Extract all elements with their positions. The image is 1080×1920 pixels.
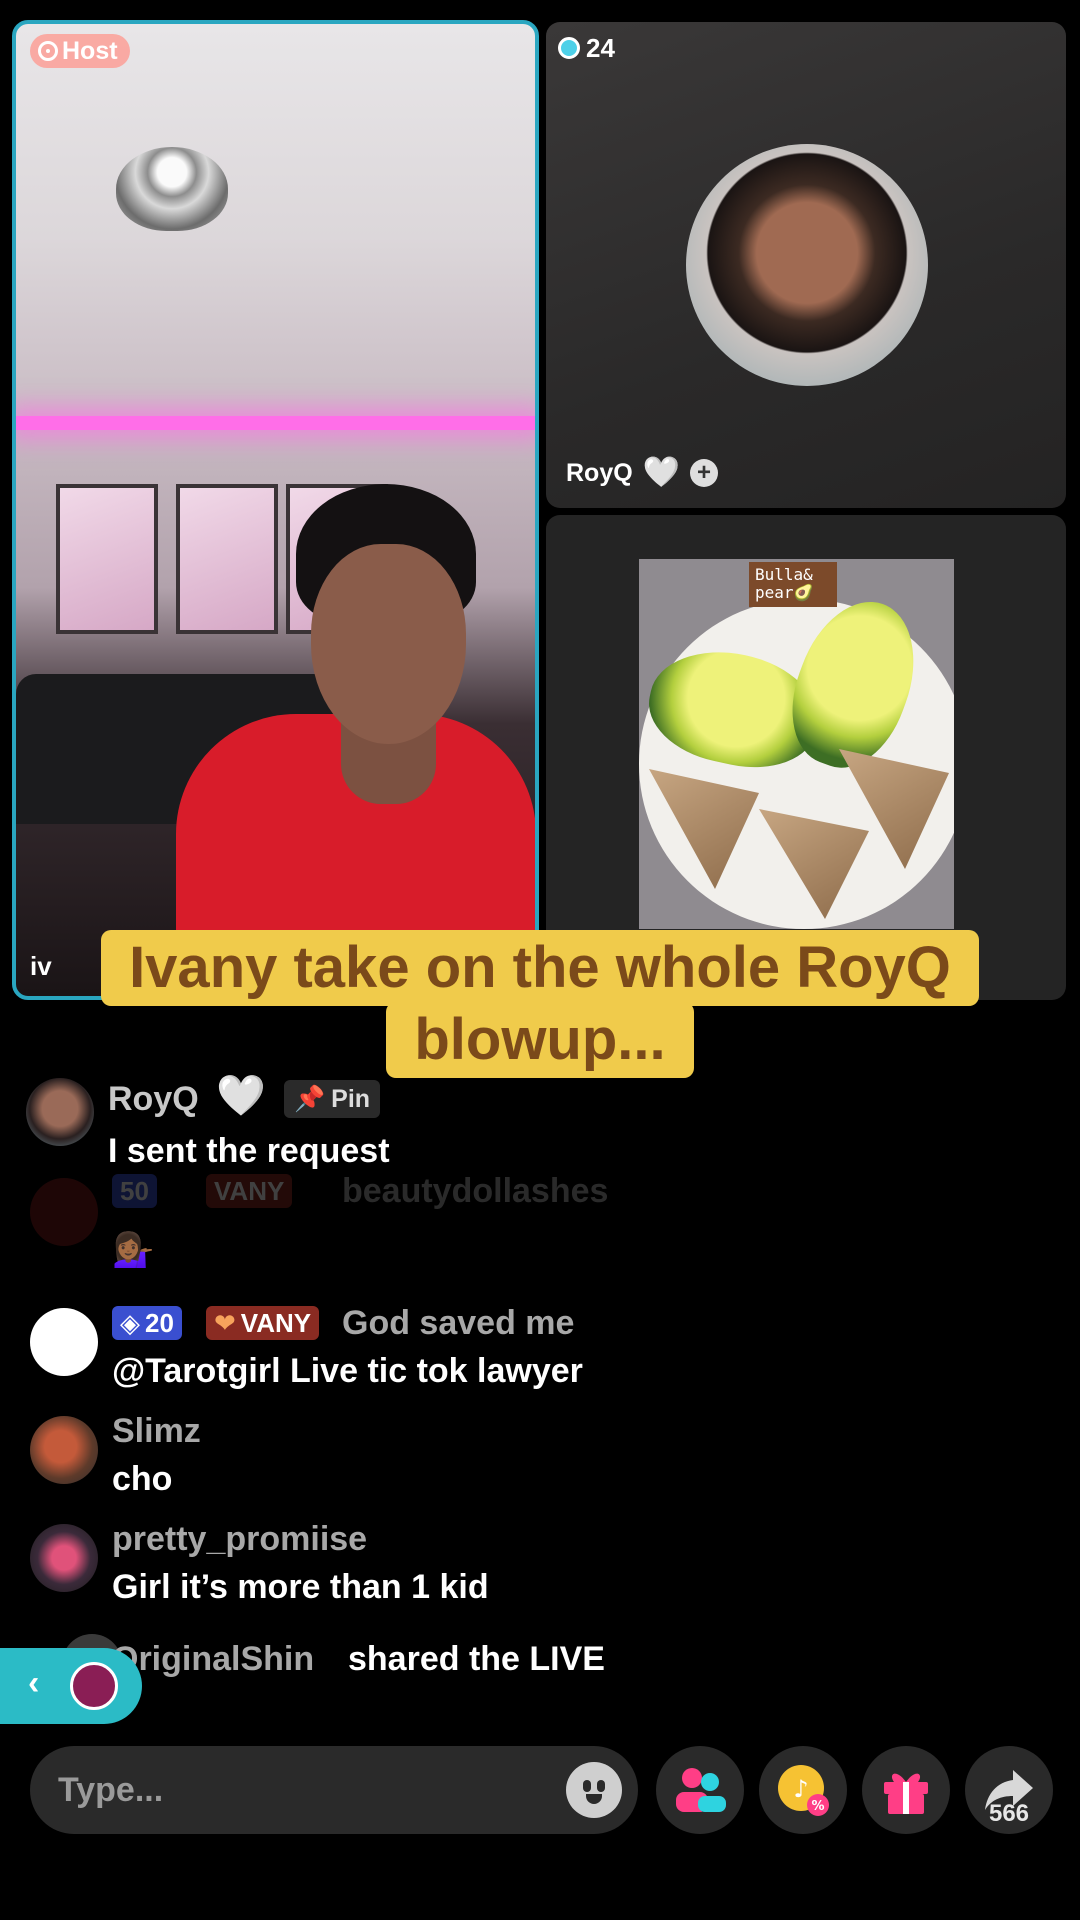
heart-icon: 🤍 [216,1074,266,1118]
chevron-left-icon: ‹ [28,1664,40,1702]
pinned-username[interactable]: RoyQ [108,1080,199,1119]
fan-label: VANY [240,1307,312,1338]
share-button[interactable]: 566 [965,1746,1053,1834]
heart-icon: 🤍 [642,456,681,489]
diamond-icon: ◈ [120,1307,140,1338]
fan-badge: ❤ VANY [206,1306,320,1340]
comment-input-box[interactable] [30,1746,638,1834]
chat-text: 💁🏾‍♀️ [112,1231,155,1269]
host-video-tile[interactable]: Host iv [12,20,539,1000]
chat-text: cho [112,1460,173,1498]
caption-line-2: blowup... [386,1002,694,1078]
viewer-count: 24 [558,32,615,64]
chandelier-image [116,147,228,231]
viewer-count-value: 24 [586,32,615,63]
chat-text: Girl it’s more than 1 kid [112,1568,489,1606]
chat-username: beautydollashes [342,1172,609,1210]
pin-icon: 📌 [294,1084,326,1113]
viewers-icon [558,37,580,59]
avatar[interactable] [30,1308,98,1376]
comment-input[interactable] [58,1760,538,1820]
share-text: shared the LIVE [348,1640,605,1678]
avatar[interactable] [30,1416,98,1484]
chat-username[interactable]: pretty_promiise [112,1520,367,1559]
avatar[interactable] [26,1078,94,1146]
host-badge: Host [30,34,130,68]
gift-icon [862,1746,950,1834]
video-caption: Ivany take on the whole RoyQ blowup... [0,930,1080,1078]
gift-button[interactable] [862,1746,950,1834]
chat-text: @Tarotgirl Live tic tok lawyer [112,1352,583,1390]
host-icon [38,41,58,61]
guest-name-row[interactable]: RoyQ 🤍 + [566,456,719,489]
pin-chip: 📌 Pin [284,1080,381,1118]
chat-username[interactable]: Slimz [112,1412,201,1451]
guest-avatar[interactable] [686,144,928,386]
chat-username[interactable]: God saved me [342,1304,574,1343]
neon-light-strip [16,416,535,430]
third-video-tile[interactable]: Bulla& pear🥑 [546,515,1066,1000]
pin-label: Pin [331,1084,371,1113]
fan-badge: VANY [206,1174,293,1208]
caption-line-1: Ivany take on the whole RoyQ [101,930,979,1006]
share-username[interactable]: OriginalShin [112,1640,314,1679]
multi-guest-icon [656,1746,744,1834]
fan-heart-icon: ❤ [214,1307,236,1338]
guest-name: RoyQ [566,458,633,487]
host-badge-label: Host [62,36,118,65]
mini-avatar [70,1662,118,1710]
share-count: 566 [988,1800,1030,1827]
coin-promo-button[interactable]: ♪ % [759,1746,847,1834]
level-badge: 50 [112,1174,157,1208]
level-badge: ◈ 20 [112,1306,182,1340]
multi-guest-button[interactable] [656,1746,744,1834]
follow-plus-icon[interactable]: + [690,459,719,487]
food-photo-label: Bulla& pear🥑 [749,562,837,607]
svg-text:♪: ♪ [793,1775,808,1803]
avatar[interactable] [30,1524,98,1592]
level-value: 20 [145,1307,174,1338]
svg-text:%: % [811,1799,824,1814]
pinned-text: I sent the request [108,1132,390,1170]
share-widget[interactable]: ‹ [0,1648,142,1724]
avatar [30,1178,98,1246]
coin-promo-icon: ♪ % [759,1746,847,1834]
guest-video-tile[interactable]: 24 RoyQ 🤍 + [546,22,1066,508]
host-person-image [176,484,535,996]
wall-frame [56,484,158,634]
emoji-icon[interactable] [566,1762,622,1818]
food-photo: Bulla& pear🥑 [639,559,954,929]
